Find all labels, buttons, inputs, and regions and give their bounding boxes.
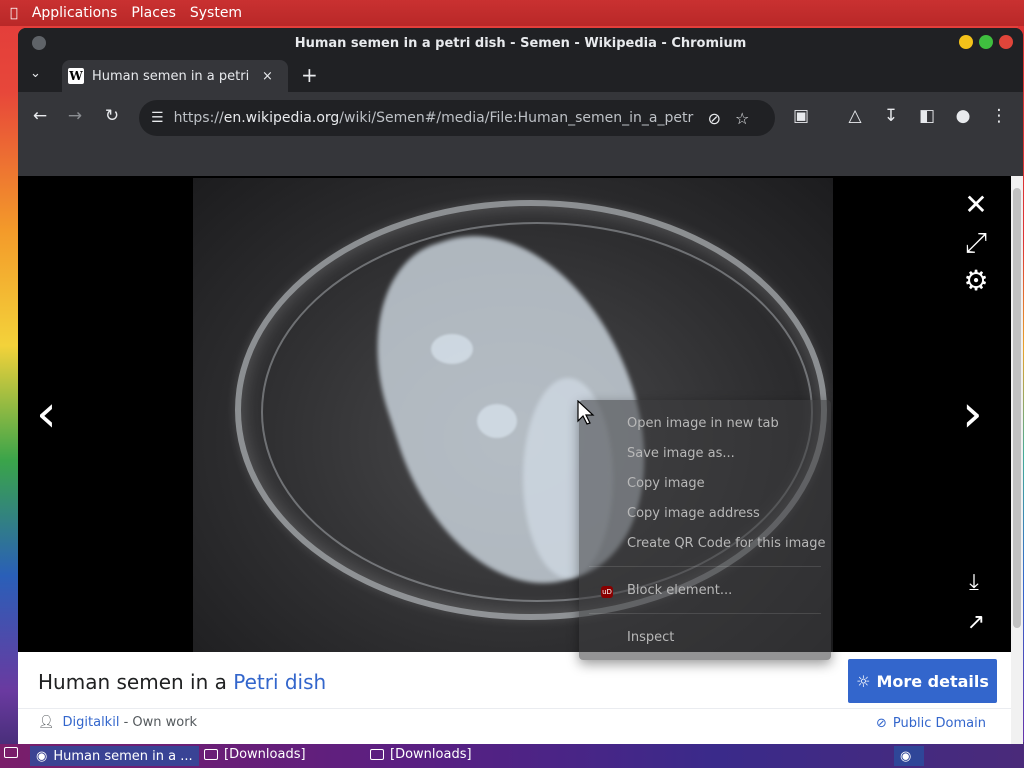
folder-icon (370, 749, 384, 760)
more-details-button[interactable]: ☼ More details (848, 659, 997, 703)
menu-system[interactable]: System (190, 5, 242, 21)
kebab-menu-icon[interactable]: ⋮ (988, 106, 1010, 126)
bookmark-star-icon[interactable]: ☆ (735, 109, 749, 128)
next-image-chevron-icon[interactable]: › (962, 384, 983, 444)
folder-icon (204, 749, 218, 760)
caption-title: Human semen in a Petri dish (38, 670, 327, 694)
site-info-icon[interactable]: ☰ (151, 110, 164, 126)
browser-window: Human semen in a petri dish - Semen - Wi… (18, 28, 1023, 744)
tracking-eye-slash-icon[interactable]: ⊘ (708, 109, 721, 128)
taskbar-item-downloads-2[interactable]: [Downloads] (370, 747, 472, 762)
menu-open-image-new-tab[interactable]: Open image in new tab (627, 416, 779, 431)
close-window-button[interactable] (999, 35, 1013, 49)
tab-search-chevron-icon[interactable]: ⌄ (30, 66, 41, 81)
taskbar-item-downloads-1[interactable]: [Downloads] (204, 747, 306, 762)
media-caption-bar: Human semen in a Petri dish ☼ More detai… (18, 652, 1011, 744)
downloads-icon[interactable]: ↧ (880, 106, 902, 126)
context-menu: Open image in new tab Save image as... C… (579, 400, 831, 660)
ublock-icon: uD (601, 586, 613, 598)
url-text[interactable]: https://en.wikipedia.org/wiki/Semen#/med… (174, 110, 694, 126)
fullscreen-expand-icon[interactable]: ⤢ (958, 226, 994, 260)
caption-divider (18, 708, 1011, 709)
petri-dish-link[interactable]: Petri dish (233, 670, 326, 694)
chromium-mini-icon: ◉ (900, 748, 912, 764)
menu-block-element[interactable]: Block element... (627, 583, 732, 598)
menu-save-image-as[interactable]: Save image as... (627, 446, 735, 461)
menu-create-qr-code[interactable]: Create QR Code for this image (627, 536, 826, 551)
window-titlebar[interactable]: Human semen in a petri dish - Semen - Wi… (18, 28, 1023, 58)
page-scrollbar[interactable] (1011, 176, 1023, 744)
minimize-button[interactable] (959, 35, 973, 49)
wikipedia-favicon-icon: W (68, 68, 84, 84)
scrollbar-thumb[interactable] (1013, 188, 1021, 628)
forward-arrow-icon[interactable]: → (64, 106, 86, 126)
window-controls (959, 35, 1013, 49)
top-panel:  Applications Places System (0, 0, 1024, 26)
mouse-pointer-icon (577, 400, 595, 425)
profile-avatar-icon[interactable]: ● (952, 106, 974, 126)
close-viewer-x-icon[interactable]: ✕ (958, 188, 994, 221)
menu-copy-image[interactable]: Copy image (627, 476, 705, 491)
tab-wikipedia[interactable]: W Human semen in a petri dish × (62, 60, 288, 92)
show-desktop-icon[interactable] (4, 747, 18, 758)
more-details-label: More details (876, 671, 989, 691)
browser-toolbar: ← → ↻ ☰ https://en.wikipedia.org/wiki/Se… (18, 92, 1023, 144)
back-arrow-icon[interactable]: ← (29, 106, 51, 126)
share-icon[interactable]: ↗ (958, 610, 994, 635)
droplet (431, 334, 473, 364)
tab-close-icon[interactable]: × (262, 69, 273, 84)
author-line: 👤︎ Digitalkil - Own work (38, 715, 198, 730)
menu-separator (589, 613, 821, 614)
page-viewport: ‹ › ✕ ⤢ ⚙ ⤓ ↗ Human semen in a Petri dis… (18, 176, 1023, 744)
license-link[interactable]: ⊘ Public Domain (876, 716, 986, 731)
workspace-switcher[interactable]: ◉ (894, 746, 924, 766)
window-menu-button[interactable] (32, 36, 46, 50)
menu-separator (589, 566, 821, 567)
new-tab-plus-icon[interactable]: + (301, 63, 318, 87)
settings-gear-icon[interactable]: ⚙ (958, 264, 994, 297)
menu-applications[interactable]: Applications (32, 5, 118, 21)
tab-title: Human semen in a petri dish (92, 68, 254, 84)
side-panel-icon[interactable]: ◧ (916, 106, 938, 126)
taskbar-item-chromium[interactable]: ◉ Human semen in a ... (30, 746, 199, 766)
maximize-button[interactable] (979, 35, 993, 49)
taskbar: ◉ Human semen in a ... [Downloads] [Down… (0, 744, 1024, 768)
download-icon[interactable]: ⤓ (956, 570, 992, 595)
menu-places[interactable]: Places (131, 5, 176, 21)
menu-inspect[interactable]: Inspect (627, 630, 674, 645)
droplet (477, 404, 517, 438)
previous-image-chevron-icon[interactable]: ‹ (36, 384, 57, 444)
gnome-foot-icon[interactable]:  (10, 6, 18, 21)
author-link[interactable]: Digitalkil (63, 715, 120, 730)
public-domain-icon: ⊘ (876, 716, 887, 731)
tab-strip: ⌄ W Human semen in a petri dish × + (18, 58, 1023, 92)
menu-copy-image-address[interactable]: Copy image address (627, 506, 760, 521)
reload-icon[interactable]: ↻ (101, 106, 123, 126)
window-title: Human semen in a petri dish - Semen - Wi… (294, 35, 747, 51)
commons-logo-icon: ☼ (856, 671, 871, 691)
labs-flask-icon[interactable]: △ (844, 106, 866, 126)
extensions-puzzle-icon[interactable]: ▣ (790, 106, 812, 126)
chromium-icon: ◉ (36, 748, 48, 764)
user-icon: 👤︎ (38, 715, 55, 730)
address-bar[interactable]: ☰ https://en.wikipedia.org/wiki/Semen#/m… (139, 100, 775, 136)
